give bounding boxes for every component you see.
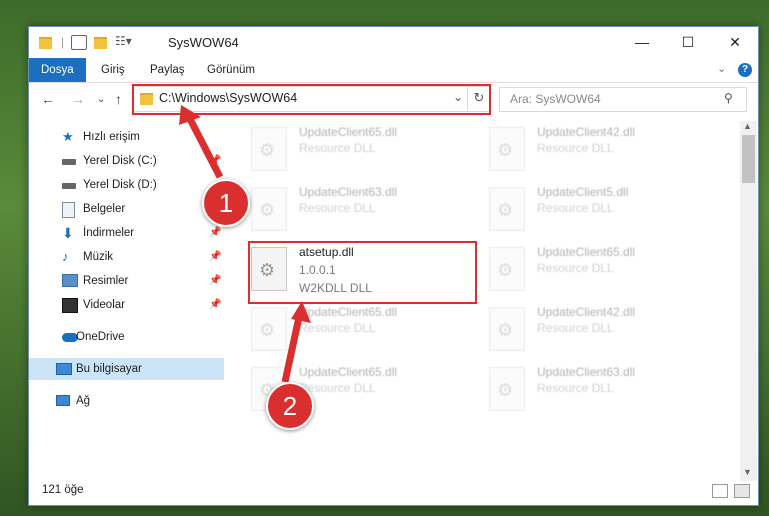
explorer-window: | ☷▾ SysWOW64 — ☐ ✕ Dosya Giriş Paylaş G… [28,26,759,506]
arrow-1-line [185,115,224,179]
arrow-2-head [291,301,311,323]
arrow-2-line [281,316,303,383]
annotation-arrows [179,105,311,383]
callout-1: 1 [202,179,250,227]
callout-2: 2 [266,382,314,430]
